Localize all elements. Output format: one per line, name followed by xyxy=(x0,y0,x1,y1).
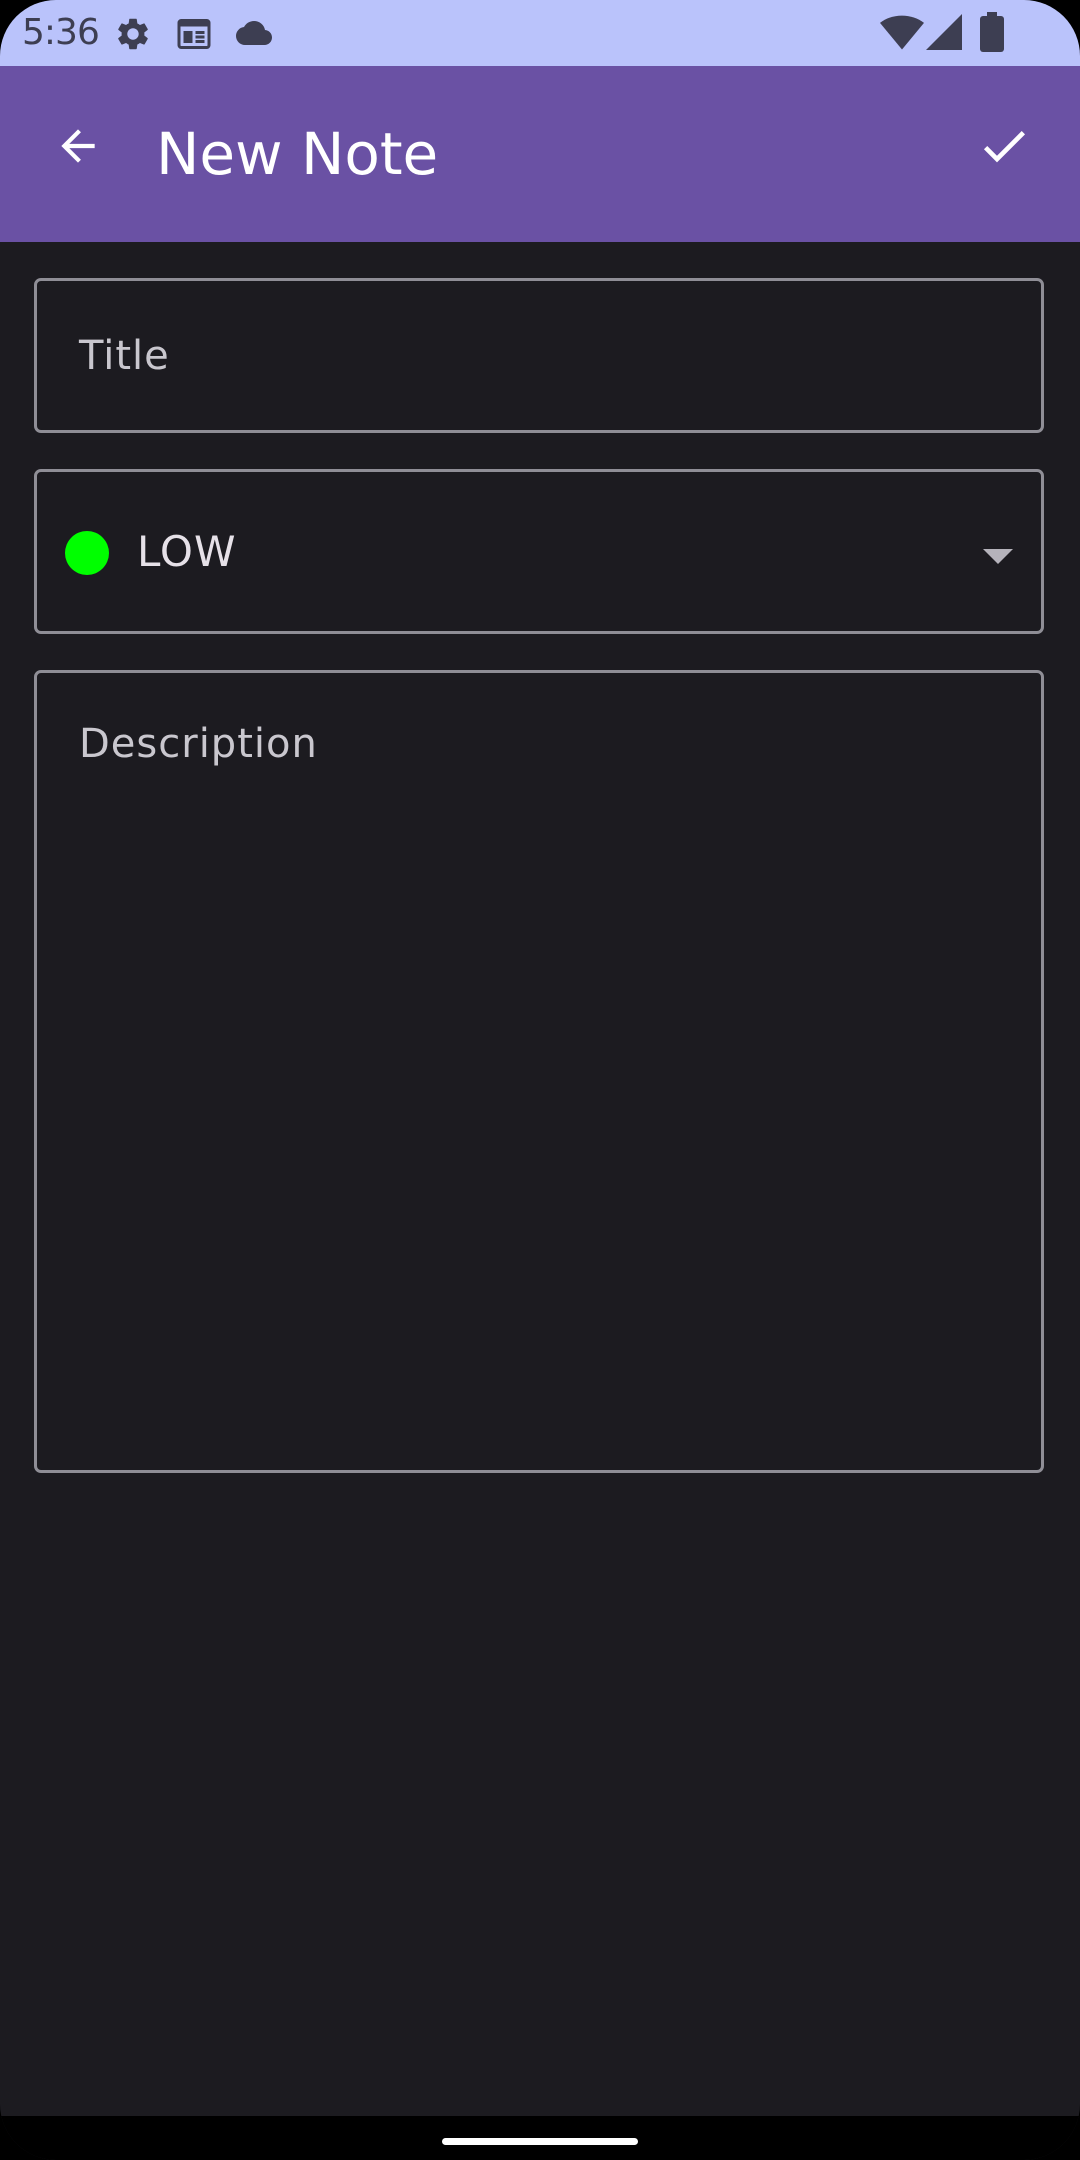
arrow-back-icon xyxy=(61,129,95,163)
navigation-bar xyxy=(0,2116,1080,2160)
wifi-icon xyxy=(880,15,924,50)
cellular-signal-icon xyxy=(926,14,962,50)
cloud-icon xyxy=(236,20,272,45)
battery-icon xyxy=(980,12,1004,52)
check-icon xyxy=(983,131,1025,163)
status-bar: 5:36 xyxy=(0,0,1080,66)
priority-color-indicator xyxy=(65,531,109,575)
description-input[interactable]: Description xyxy=(34,670,1044,1473)
description-placeholder: Description xyxy=(79,721,318,767)
page-title: New Note xyxy=(156,120,439,188)
home-gesture-handle[interactable] xyxy=(442,2138,638,2145)
priority-selected-value: LOW xyxy=(137,527,237,576)
screen: 5:36 New Note Title LOW Description xyxy=(0,0,1080,2160)
title-placeholder: Title xyxy=(79,333,170,379)
save-button[interactable] xyxy=(964,108,1044,184)
priority-dropdown[interactable]: LOW xyxy=(34,469,1044,634)
app-bar: New Note xyxy=(0,66,1080,242)
calendar-icon xyxy=(177,19,211,49)
gear-icon xyxy=(118,18,148,50)
status-time: 5:36 xyxy=(22,12,100,53)
title-input[interactable]: Title xyxy=(34,278,1044,433)
arrow-drop-down-icon xyxy=(983,549,1013,564)
back-button[interactable] xyxy=(40,108,116,184)
